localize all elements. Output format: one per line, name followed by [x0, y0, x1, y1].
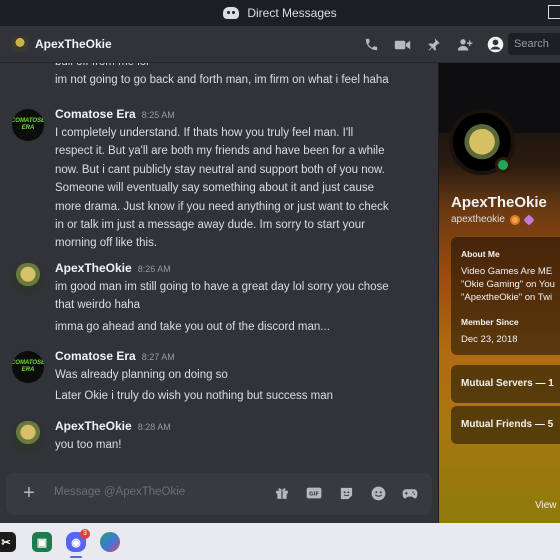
message-text: imma go ahead and take you out of the di…: [55, 321, 330, 333]
message-timestamp: 8:26 AM: [137, 264, 171, 274]
dm-header: ApexTheOkie Search: [0, 26, 560, 63]
message-composer: + Message @ApexTheOkie GIF: [6, 473, 432, 515]
mutual-friends-row[interactable]: Mutual Friends — 5: [451, 406, 560, 444]
about-me-title: About Me: [461, 249, 500, 259]
discord-logo-icon: [223, 7, 240, 19]
add-friends-to-dm-icon[interactable]: [456, 36, 473, 53]
message-author[interactable]: Comatose Era 8:27 AM: [55, 349, 175, 363]
window-title: Direct Messages: [247, 6, 337, 20]
message-line: respect it. But ya'll are both my friend…: [55, 145, 385, 158]
video-call-icon[interactable]: [394, 36, 411, 53]
message-line: Was already planning on doing so: [55, 369, 228, 381]
composer-toolbar: GIF: [274, 485, 418, 501]
dm-recipient-name[interactable]: ApexTheOkie: [35, 37, 112, 51]
message-text: Later Okie i truly do wish you nothing b…: [55, 390, 334, 402]
avatar[interactable]: [12, 263, 44, 295]
message-timestamp: 8:27 AM: [141, 352, 175, 362]
message-author[interactable]: Comatose Era 8:25 AM: [55, 107, 175, 121]
boost-badge-icon[interactable]: [523, 213, 535, 226]
pinned-messages-icon[interactable]: [425, 36, 442, 53]
message-list[interactable]: bull off from me lol im not going to go …: [0, 63, 438, 463]
activities-icon[interactable]: [402, 485, 418, 501]
title-bar: Direct Messages: [0, 0, 560, 26]
about-me-line: "ApextheOkie" on Twi: [461, 292, 553, 303]
dm-avatar[interactable]: [12, 36, 28, 52]
streamlabs-app-icon[interactable]: ▣: [32, 532, 52, 552]
message-line: im good man im still going to have a gre…: [55, 281, 389, 293]
message-author[interactable]: ApexTheOkie 8:26 AM: [55, 261, 171, 275]
avatar[interactable]: COMATOSE ERA: [12, 351, 44, 383]
mutual-servers-label: Mutual Servers — 1: [461, 378, 554, 389]
user-profile-panel: ApexTheOkie apextheokie About Me Video G…: [438, 63, 560, 523]
author-name[interactable]: ApexTheOkie: [55, 419, 132, 433]
author-name[interactable]: Comatose Era: [55, 107, 136, 121]
sticker-icon[interactable]: [338, 485, 354, 501]
message-timestamp: 8:25 AM: [141, 110, 175, 120]
member-since-date: Dec 23, 2018: [461, 334, 518, 345]
author-name[interactable]: ApexTheOkie: [55, 261, 132, 275]
message-line: morning off like this.: [55, 237, 158, 250]
view-full-profile-link[interactable]: View Fu: [535, 500, 560, 511]
author-name[interactable]: Comatose Era: [55, 349, 136, 363]
capcut-app-icon[interactable]: ✂: [0, 532, 16, 552]
message-line: that weirdo haha: [55, 299, 141, 312]
active-app-indicator: [70, 556, 82, 558]
message-body: I completely understand. If thats how yo…: [55, 124, 410, 253]
user-profile-icon[interactable]: [487, 36, 504, 53]
message-line: now. But i cant publicly stay neutral an…: [55, 163, 385, 176]
search-input[interactable]: Search: [508, 33, 560, 55]
avatar[interactable]: [12, 421, 44, 453]
about-me-line: Video Games Are ME: [461, 266, 553, 277]
message-line: I completely understand. If thats how yo…: [55, 127, 354, 139]
gif-label: GIF: [309, 492, 319, 498]
notification-badge: 3: [80, 529, 90, 539]
message-body: im good man im still going to have a gre…: [55, 278, 410, 315]
message-line: Someone will eventually say something ab…: [55, 182, 374, 195]
chat-area: bull off from me lol im not going to go …: [0, 63, 438, 523]
mutual-servers-row[interactable]: Mutual Servers — 1: [451, 365, 560, 403]
message-body: you too man!: [55, 436, 410, 454]
online-status-indicator: [495, 157, 511, 173]
message-text: im not going to go back and forth man, i…: [55, 74, 389, 86]
message-input[interactable]: Message @ApexTheOkie: [54, 486, 185, 498]
message-line: you too man!: [55, 439, 122, 451]
message-line: in or talk im just a message away dude. …: [55, 219, 365, 232]
avatar[interactable]: COMATOSE ERA: [12, 109, 44, 141]
member-since-title: Member Since: [461, 317, 519, 327]
window-control-icon[interactable]: [548, 5, 560, 19]
profile-display-name: ApexTheOkie: [451, 194, 547, 211]
message-text: bull off from me lol: [55, 63, 149, 71]
mutual-friends-label: Mutual Friends — 5: [461, 419, 554, 430]
phone-call-icon[interactable]: [363, 36, 380, 53]
discord-window: Direct Messages ApexTheOkie Search im no…: [0, 0, 560, 560]
nitro-badge-icon[interactable]: [509, 214, 520, 225]
message-author[interactable]: ApexTheOkie 8:28 AM: [55, 419, 171, 433]
gif-icon[interactable]: GIF: [306, 485, 322, 501]
avatar-logo-text: COMATOSE ERA: [12, 118, 44, 131]
message-timestamp: 8:28 AM: [137, 422, 171, 432]
profile-username[interactable]: apextheokie: [451, 214, 505, 225]
add-attachment-icon[interactable]: +: [18, 483, 40, 505]
gift-icon[interactable]: [274, 485, 290, 501]
profile-username-row: apextheokie: [451, 213, 535, 226]
emoji-icon[interactable]: [370, 485, 386, 501]
message-line: more drama. Just know if you need anythi…: [55, 200, 389, 213]
avatar-logo-text: COMATOSE ERA: [12, 360, 44, 373]
about-me-card: About Me Video Games Are ME "Okie Gaming…: [451, 237, 560, 355]
about-me-line: "Okie Gaming" on You: [461, 279, 555, 290]
os-taskbar: ✂ ▣ ◉ 3: [0, 523, 560, 560]
message-body: Was already planning on doing so: [55, 366, 410, 384]
browser-app-icon[interactable]: [100, 532, 120, 552]
header-toolbar: [363, 26, 504, 63]
